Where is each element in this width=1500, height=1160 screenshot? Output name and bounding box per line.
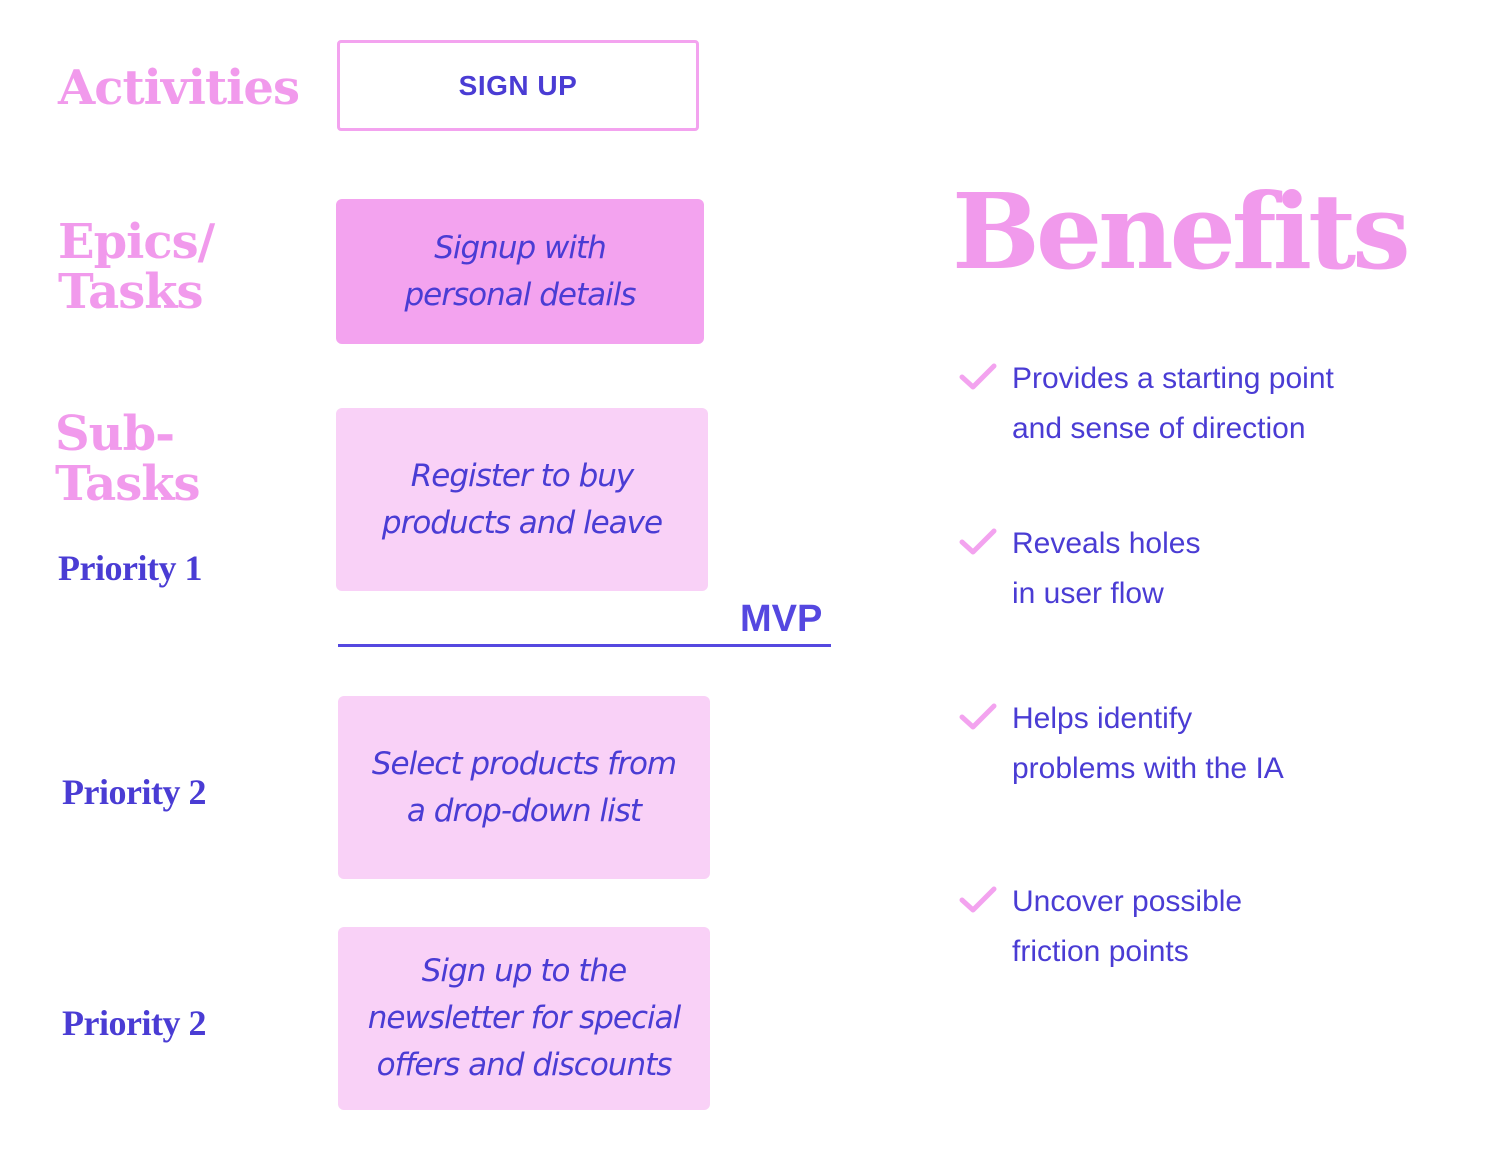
checkmark-icon xyxy=(959,363,997,390)
checkmark-icon xyxy=(959,528,997,555)
mvp-divider-line xyxy=(338,644,831,647)
priority-label-1: Priority 1 xyxy=(58,548,202,588)
epic-card[interactable]: Signup with personal details xyxy=(336,199,704,344)
mvp-label: MVP xyxy=(740,598,823,640)
activity-card-sign-up[interactable]: SIGN UP xyxy=(337,40,699,131)
benefit-text: Uncover possible friction points xyxy=(1012,885,1243,968)
benefits-title: Benefits xyxy=(952,170,1411,293)
subtasks-label-line2: Tasks xyxy=(55,456,201,512)
subtask-card-select-products[interactable]: Select products from a drop-down list xyxy=(338,696,710,879)
epics-label-line2: Tasks xyxy=(58,264,204,320)
priority-label-3: Priority 2 xyxy=(62,1003,206,1043)
priority-label-2: Priority 2 xyxy=(62,772,206,812)
benefit-text: Provides a starting point and sense of d… xyxy=(1012,362,1334,445)
epics-label-line1: Epics/ xyxy=(58,214,215,270)
benefit-text: Helps identify problems with the IA xyxy=(1012,702,1284,785)
subtask-card-newsletter[interactable]: Sign up to the newsletter for special of… xyxy=(338,927,710,1110)
activities-label: Activities xyxy=(58,60,300,116)
checkmark-icon xyxy=(959,886,997,913)
subtasks-label-line1: Sub- xyxy=(55,406,175,462)
checkmark-icon xyxy=(959,703,997,730)
benefit-text: Reveals holes in user flow xyxy=(1012,527,1201,610)
subtask-card-register[interactable]: Register to buy products and leave xyxy=(336,408,708,591)
